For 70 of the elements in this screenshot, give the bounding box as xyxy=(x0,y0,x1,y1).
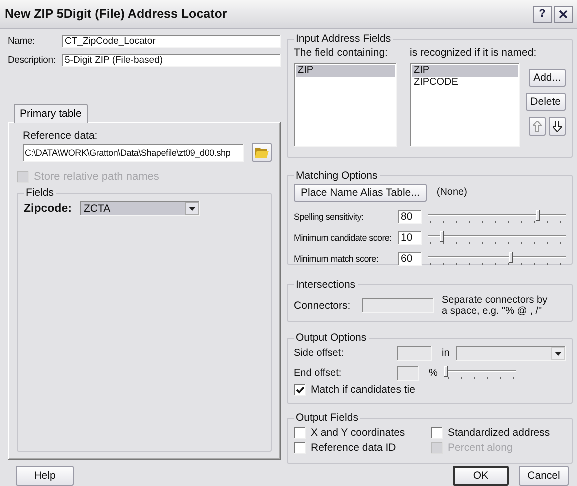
up-arrow-icon xyxy=(533,121,542,132)
score-field[interactable]: 10 xyxy=(398,230,422,245)
unit-dropdown[interactable] xyxy=(456,346,566,362)
group-title: Output Fields xyxy=(295,412,360,424)
folder-icon xyxy=(255,147,269,158)
help-button[interactable]: ? xyxy=(533,6,552,22)
list-button[interactable]: Delete xyxy=(526,93,566,111)
slider-thumb[interactable] xyxy=(536,210,540,221)
end-offset-field[interactable] xyxy=(397,366,419,381)
reference-data-label: Reference data: xyxy=(23,130,99,142)
zipcode-label: Zipcode: xyxy=(24,202,70,214)
zipcode-dropdown[interactable]: ZCTA xyxy=(80,201,200,216)
connectors-field[interactable] xyxy=(362,298,434,314)
list-item[interactable]: ZIPCODE xyxy=(412,77,518,89)
connectors-label: Connectors: xyxy=(294,300,352,312)
checkbox[interactable] xyxy=(431,427,443,440)
checkbox-label: Percent along xyxy=(448,442,513,454)
connectors-hint: Separate connectors by a space, e.g. "% @ , /" xyxy=(442,294,549,317)
down-button[interactable] xyxy=(549,117,566,136)
down-arrow-icon xyxy=(553,121,562,132)
slider-label: Minimum candidate score: xyxy=(294,232,393,243)
checkbox-label: Reference data ID xyxy=(311,442,396,454)
list-item[interactable]: ZIP xyxy=(412,65,518,77)
close-button[interactable] xyxy=(554,6,573,22)
side-offset-label: Side offset: xyxy=(294,348,345,360)
group-title: Input Address Fields xyxy=(295,33,392,45)
help-button[interactable]: Help xyxy=(16,466,74,486)
end-offset-label: End offset: xyxy=(294,368,343,379)
unit-label: % xyxy=(429,368,438,379)
side-offset-field[interactable] xyxy=(397,346,432,362)
caret-icon xyxy=(554,352,562,356)
slider-label: Minimum match score: xyxy=(294,254,380,264)
cancel-button[interactable]: Cancel xyxy=(519,466,569,486)
unit-label: in xyxy=(442,348,450,360)
checkbox[interactable] xyxy=(294,427,306,440)
alias-table-value: (None) xyxy=(436,187,468,198)
score-field[interactable]: 80 xyxy=(398,210,422,224)
name-field[interactable]: CT_ZipCode_Locator xyxy=(62,35,281,48)
score-field[interactable]: 60 xyxy=(398,252,422,266)
list-button[interactable]: Add... xyxy=(528,69,566,87)
description-field[interactable]: 5-Digit ZIP (File-based) xyxy=(62,54,281,67)
slider-label: Spelling sensitivity: xyxy=(294,212,365,222)
list-item[interactable]: ZIP xyxy=(296,65,395,77)
tab[interactable]: Primary table xyxy=(14,104,88,123)
group-title: Output Options xyxy=(295,332,368,344)
reference-data-field[interactable]: C:\DATA\WORK\Gratton\Data\Shapefile\zt09_d00.shp xyxy=(23,144,244,162)
checkbox[interactable] xyxy=(294,384,306,396)
description-label: Description: xyxy=(8,55,57,66)
browse-button[interactable] xyxy=(252,143,272,162)
checkbox[interactable] xyxy=(294,442,306,454)
checkbox-label: Store relative path names xyxy=(34,171,160,183)
group-title: Fields xyxy=(25,187,56,199)
checkbox-label: Match if candidates tie xyxy=(311,384,416,396)
slider-thumb[interactable] xyxy=(444,366,448,378)
column-header: is recognized if it is named: xyxy=(410,47,537,59)
checkbox-label: Standardized address xyxy=(448,427,550,440)
close-icon xyxy=(559,10,568,18)
ok-button[interactable]: OK xyxy=(453,466,509,486)
checkbox-label: X and Y coordinates xyxy=(311,427,406,440)
field-list[interactable]: ZIP xyxy=(294,63,397,147)
window-title: New ZIP 5Digit (File) Address Locator xyxy=(5,7,228,21)
alias-list[interactable]: ZIP ZIPCODE xyxy=(410,63,520,147)
name-label: Name: xyxy=(8,36,36,47)
caret-icon xyxy=(188,206,196,210)
group-title: Matching Options xyxy=(295,170,379,182)
slider-thumb[interactable] xyxy=(440,230,444,242)
alias-table-button[interactable]: Place Name Alias Table... xyxy=(294,184,427,202)
group-title: Intersections xyxy=(295,278,357,291)
column-header: The field containing: xyxy=(294,47,389,59)
slider-thumb[interactable] xyxy=(508,252,513,263)
